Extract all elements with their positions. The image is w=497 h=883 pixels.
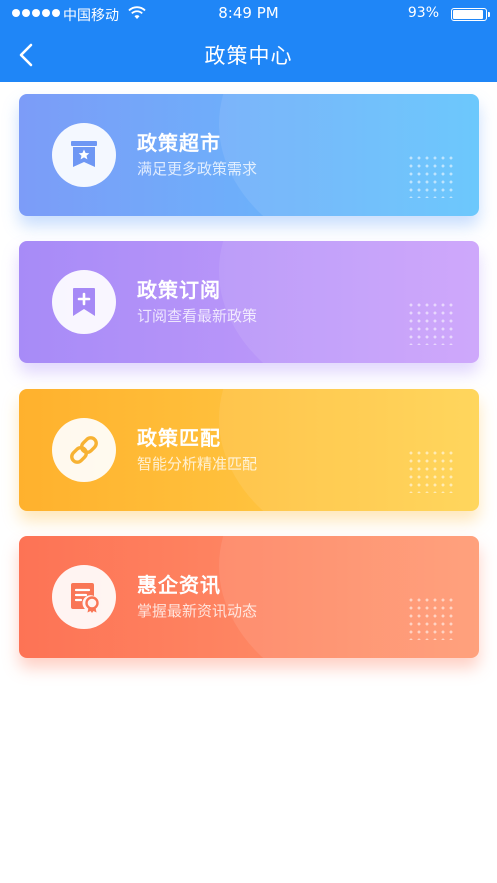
card-title: 政策超市: [137, 131, 221, 155]
card-title: 政策订阅: [137, 278, 221, 302]
enterprise-news-card[interactable]: 惠企资讯 掌握最新资讯动态: [19, 536, 479, 658]
battery-icon: [451, 8, 490, 21]
card-subtitle: 满足更多政策需求: [137, 160, 258, 178]
icon-circle: [52, 270, 116, 334]
card-subtitle: 订阅查看最新政策: [137, 307, 258, 325]
icon-circle: [52, 418, 116, 482]
dot-pattern: [407, 154, 457, 198]
card-subtitle: 智能分析精准匹配: [137, 455, 258, 473]
dot-pattern: [407, 301, 457, 345]
policy-market-card[interactable]: 政策超市 满足更多政策需求: [19, 94, 479, 216]
page-title: 政策中心: [204, 44, 293, 68]
dot-pattern: [407, 449, 457, 493]
card-title: 惠企资讯: [137, 573, 221, 597]
certificate-doc-icon: [71, 583, 99, 613]
card-title: 政策匹配: [137, 426, 221, 450]
policy-subscribe-card[interactable]: 政策订阅 订阅查看最新政策: [19, 241, 479, 363]
store-flag-icon: [71, 141, 97, 167]
link-icon: [70, 436, 98, 464]
icon-circle: [52, 565, 116, 629]
battery-percent: 93%: [407, 5, 439, 21]
icon-circle: [52, 123, 116, 187]
status-bar: 中国移动 8:49 PM 93%: [0, 0, 497, 28]
card-subtitle: 掌握最新资讯动态: [137, 602, 258, 620]
header: 中国移动 8:49 PM 93% 政策中心: [0, 0, 497, 82]
dot-pattern: [407, 596, 457, 640]
policy-match-card[interactable]: 政策匹配 智能分析精准匹配: [19, 389, 479, 511]
bookmark-plus-icon: [73, 288, 95, 316]
